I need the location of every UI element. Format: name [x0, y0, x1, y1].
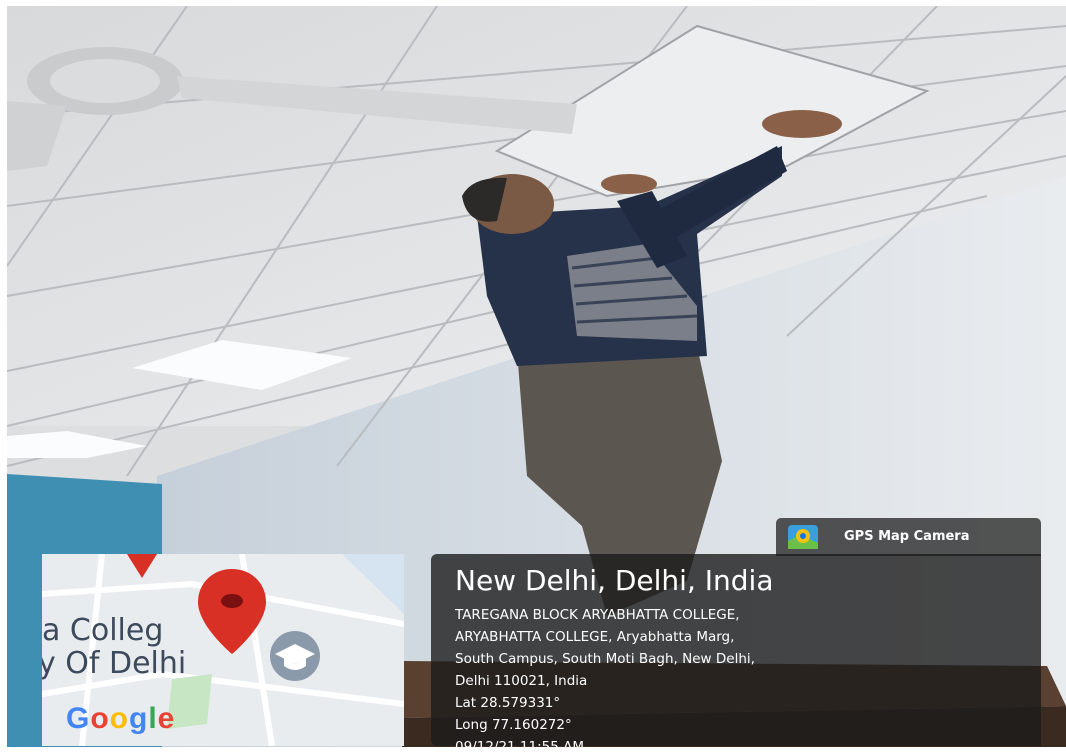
map-label-line1: a Colleg	[42, 613, 164, 648]
gps-map-camera-icon	[788, 525, 818, 549]
address-line-4: Delhi 110021, India	[455, 673, 588, 689]
photo: a Colleg y Of Delhi Google GPS Map Camer…	[7, 6, 1066, 747]
address-line-1: TAREGANA BLOCK ARYABHATTA COLLEGE,	[455, 607, 740, 623]
google-letter: o	[90, 702, 110, 735]
graduation-cap-icon	[270, 631, 320, 681]
google-letter: l	[148, 702, 158, 735]
google-letter: o	[109, 702, 129, 735]
longitude: Long 77.160272°	[455, 717, 572, 733]
location-title: New Delhi, Delhi, India	[455, 564, 774, 597]
address-line-2: ARYABHATTA COLLEGE, Aryabhatta Marg,	[455, 629, 735, 645]
latitude: Lat 28.579331°	[455, 695, 561, 711]
address-line-3: South Campus, South Moti Bagh, New Delhi…	[455, 651, 755, 667]
google-letter: e	[157, 702, 176, 735]
gps-map-camera-badge: GPS Map Camera	[776, 518, 1041, 556]
google-logo: Google	[66, 704, 175, 734]
google-letter: g	[129, 702, 149, 735]
google-letter: G	[66, 702, 91, 735]
timestamp: 09/12/21 11:55 AM	[455, 739, 585, 747]
gps-map-camera-label: GPS Map Camera	[844, 529, 970, 544]
map-label-line2: y Of Delhi	[42, 646, 187, 681]
map-thumbnail[interactable]: a Colleg y Of Delhi Google	[42, 554, 404, 746]
location-info-panel: New Delhi, Delhi, India TAREGANA BLOCK A…	[431, 554, 1041, 747]
